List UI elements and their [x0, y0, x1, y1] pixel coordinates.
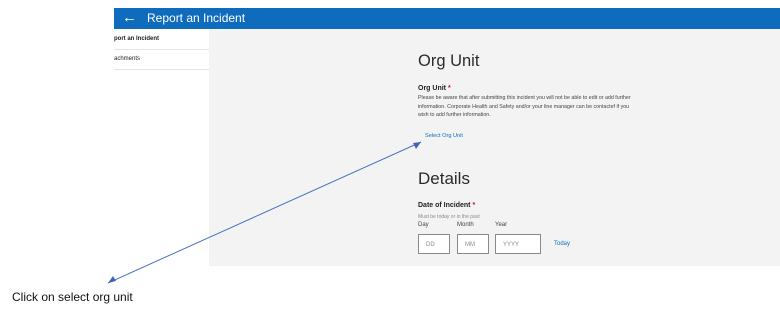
annotation-arrow	[107, 141, 422, 284]
annotation-arrowhead-bottom	[108, 276, 116, 283]
annotation-caption: Click on select org unit	[12, 290, 133, 304]
annotation-arrow-line	[107, 141, 422, 284]
